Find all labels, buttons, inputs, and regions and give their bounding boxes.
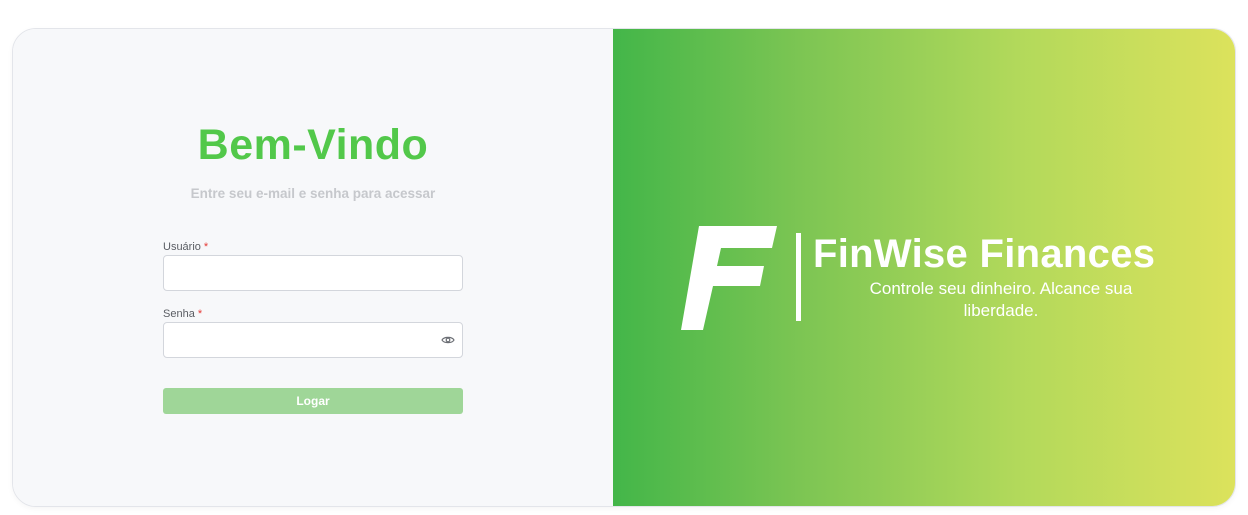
brand-panel: FinWise Finances Controle seu dinheiro. … xyxy=(613,29,1235,506)
username-input[interactable] xyxy=(163,255,463,291)
login-button[interactable]: Logar xyxy=(163,388,463,414)
brand-tagline: Controle seu dinheiro. Alcance sua liber… xyxy=(869,279,1133,320)
username-label: Usuário * xyxy=(163,241,208,253)
eye-icon[interactable] xyxy=(441,335,455,345)
password-label: Senha * xyxy=(163,308,202,320)
username-label-text: Usuário xyxy=(163,241,201,253)
password-label-text: Senha xyxy=(163,308,195,320)
password-input[interactable] xyxy=(163,322,463,358)
brand-name: FinWise Finances xyxy=(813,232,1156,276)
page-subtitle: Entre seu e-mail e senha para acessar xyxy=(190,186,436,201)
login-card: Bem-Vindo Entre seu e-mail e senha para … xyxy=(12,28,1236,507)
finwise-logo-icon xyxy=(681,226,777,330)
password-required-mark: * xyxy=(197,308,203,320)
brand-divider xyxy=(796,233,801,321)
username-required-mark: * xyxy=(203,241,209,253)
page-title: Bem-Vindo xyxy=(197,121,429,169)
login-panel: Bem-Vindo Entre seu e-mail e senha para … xyxy=(13,29,613,506)
